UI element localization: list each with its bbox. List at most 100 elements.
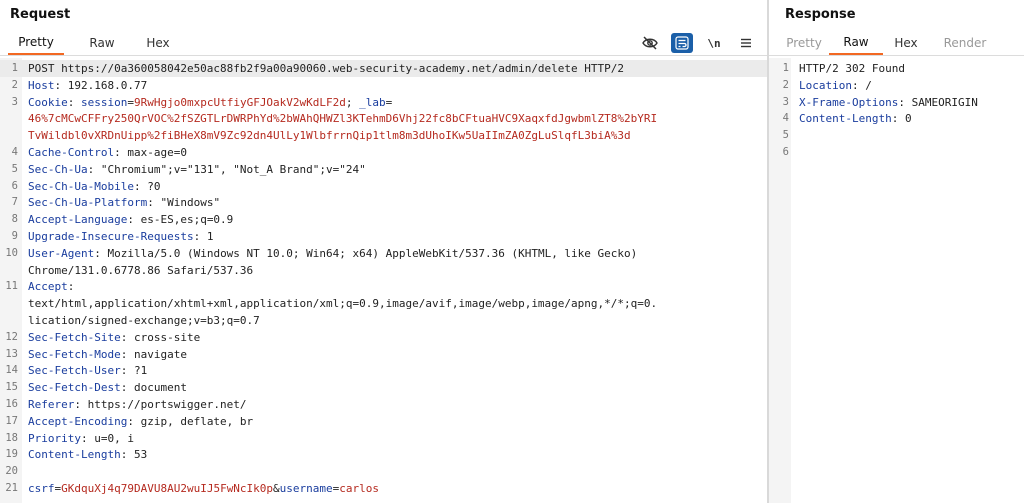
code-text: : max-age=0: [114, 146, 187, 159]
line-content: Accept:: [28, 278, 763, 295]
code-text: POST https://0a360058042e50ac88fb2f9a00a…: [28, 62, 625, 75]
line-content: Sec-Fetch-Dest: document: [28, 379, 763, 396]
code-line: 16 Referer: https://portswigger.net/: [0, 396, 767, 413]
code-text: : 192.168.0.77: [54, 78, 148, 92]
header-name: Sec-Fetch-Site: [28, 330, 121, 344]
response-tab-hex[interactable]: Hex: [883, 30, 929, 55]
code-text: : SAMEORIGIN: [898, 95, 978, 109]
line-number: 16: [5, 398, 18, 410]
header-name: Cache-Control: [28, 146, 115, 159]
code-text: : "Windows": [147, 196, 221, 210]
code-line: 5: [769, 127, 1024, 144]
code-text: :: [67, 95, 81, 109]
line-number: 7: [11, 196, 18, 209]
hide-icon[interactable]: [639, 33, 661, 53]
menu-icon[interactable]: [735, 33, 757, 53]
line-content: lication/signed-exchange;v=b3;q=0.7: [28, 312, 763, 329]
line-number: 4: [782, 112, 789, 125]
header-name: Referer: [28, 398, 75, 411]
code-line: 18 Priority: u=0, i: [0, 430, 767, 447]
line-number: 11: [5, 280, 18, 293]
line-content: Cache-Control: max-age=0: [28, 144, 763, 161]
code-line: lication/signed-exchange;v=b3;q=0.7: [0, 312, 767, 329]
line-number: 20: [5, 465, 18, 478]
code-line: 20: [0, 463, 767, 480]
line-content: Sec-Ch-Ua-Platform: "Windows": [28, 194, 763, 211]
response-tab-raw[interactable]: Raw: [829, 30, 883, 55]
line-content: 46%7cMCwCFFry250QrVOC%2fSZGTLrDWRPhYd%2b…: [28, 110, 763, 127]
response-editor[interactable]: 1 HTTP/2 302 Found 2 Location: / 3 X-Frame-Op…: [769, 58, 1024, 503]
code-text: : "Chromium";v="131", "Not_A Brand";v="2…: [87, 162, 366, 176]
line-content: Accept-Language: es-ES,es;q=0.9: [28, 211, 763, 228]
code-line: 12 Sec-Fetch-Site: cross-site: [0, 329, 767, 346]
line-content: csrf=GKdquXj4q79DAVU8AU2wuIJ5FwNcIk0p&us…: [28, 480, 763, 497]
code-line: 10 User-Agent: Mozilla/5.0 (Windows NT 10…: [0, 245, 767, 262]
line-content: Sec-Ch-Ua-Mobile: ?0: [28, 178, 763, 195]
code-line: 5 Sec-Ch-Ua: "Chromium";v="131", "Not_A B…: [0, 161, 767, 178]
code-line: 6: [769, 144, 1024, 161]
code-text: : 0: [891, 112, 912, 126]
request-tab-pretty[interactable]: Pretty: [8, 30, 64, 55]
code-text: &: [273, 482, 280, 495]
request-toolbar: \n: [639, 32, 757, 54]
code-text: : ?0: [133, 179, 161, 193]
code-text: : Mozilla/5.0 (Windows NT 10.0; Win64; x…: [94, 246, 638, 260]
param-value: 46%7cMCwCFFry250QrVOC%2fSZGTLrDWRPhYd%2b…: [28, 112, 658, 126]
line-content: HTTP/2 302 Found: [799, 60, 1020, 77]
response-tabbar: Pretty Raw Hex Render: [769, 30, 1024, 56]
code-line: 8 Accept-Language: es-ES,es;q=0.9: [0, 211, 767, 228]
line-content: Sec-Fetch-Site: cross-site: [28, 329, 763, 346]
header-name: username: [279, 482, 333, 495]
line-number: 21: [5, 482, 18, 494]
header-name: Accept-Encoding: [28, 414, 128, 428]
code-text: HTTP/2 302 Found: [799, 62, 905, 75]
header-name: csrf: [28, 482, 55, 495]
line-number: 6: [782, 146, 789, 158]
line-content: Content-Length: 53: [28, 446, 763, 463]
header-name: Accept: [28, 280, 68, 294]
newline-toggle[interactable]: \n: [703, 33, 725, 53]
response-tab-render[interactable]: Render: [935, 30, 995, 55]
code-line: 9 Upgrade-Insecure-Requests: 1: [0, 228, 767, 245]
header-name: Priority: [28, 431, 81, 445]
line-content: Priority: u=0, i: [28, 430, 763, 447]
request-tabbar: Pretty Raw Hex \n: [0, 30, 767, 56]
line-number: 2: [11, 78, 18, 91]
line-content: Location: /: [799, 77, 1020, 94]
param-value: GKdquXj4q79DAVU8AU2wuIJ5FwNcIk0p: [61, 482, 274, 495]
header-name: Location: [799, 78, 852, 92]
code-text: : /: [851, 78, 872, 92]
line-number: 14: [5, 364, 18, 377]
request-editor[interactable]: 1 POST https://0a360058042e50ac88fb2f9a00…: [0, 58, 767, 503]
code-line: text/html,application/xhtml+xml,applicat…: [0, 295, 767, 312]
code-line: 14 Sec-Fetch-User: ?1: [0, 362, 767, 379]
message-editor: Request Pretty Raw Hex \n 1 POST https:/…: [0, 0, 1024, 503]
response-title: Response: [785, 7, 856, 22]
code-text: : 53: [120, 448, 148, 462]
header-name: Sec-Fetch-User: [28, 364, 121, 378]
line-content: X-Frame-Options: SAMEORIGIN: [799, 94, 1020, 111]
request-tab-hex[interactable]: Hex: [130, 30, 186, 55]
line-content: Accept-Encoding: gzip, deflate, br: [28, 413, 763, 430]
header-name: Sec-Ch-Ua-Mobile: [28, 179, 134, 193]
line-content: Sec-Ch-Ua: "Chromium";v="131", "Not_A Br…: [28, 161, 763, 178]
header-name: X-Frame-Options: [799, 95, 899, 109]
request-tab-raw[interactable]: Raw: [74, 30, 130, 55]
code-line: Chrome/131.0.6778.86 Safari/537.36: [0, 262, 767, 279]
code-line: 11 Accept:: [0, 278, 767, 295]
code-text: : document: [120, 381, 187, 395]
line-content: Cookie: session=9RwHgjo0mxpcUtfiyGFJOakV…: [28, 94, 763, 111]
response-tab-pretty[interactable]: Pretty: [779, 30, 829, 55]
code-line: 3 Cookie: session=9RwHgjo0mxpcUtfiyGFJOak…: [0, 94, 767, 111]
line-content: Content-Length: 0: [799, 110, 1020, 127]
header-name: Content-Length: [799, 112, 892, 126]
line-number: 3: [11, 95, 18, 108]
code-text: =: [127, 95, 134, 109]
request-pane: Request Pretty Raw Hex \n 1 POST https:/…: [0, 0, 767, 503]
format-wrap-icon[interactable]: [671, 33, 693, 53]
header-name: _lab: [359, 95, 386, 109]
line-content: POST https://0a360058042e50ac88fb2f9a00a…: [28, 60, 763, 77]
code-text: : cross-site: [120, 330, 201, 344]
line-number: 5: [782, 129, 789, 142]
code-text: ;: [345, 95, 360, 109]
